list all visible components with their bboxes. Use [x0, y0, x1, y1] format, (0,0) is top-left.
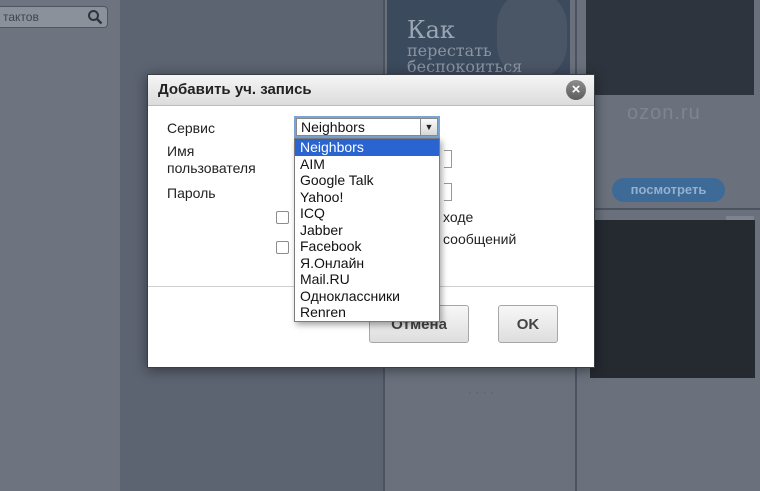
service-option[interactable]: Google Talk	[295, 172, 439, 189]
auto-login-checkbox[interactable]	[276, 211, 289, 224]
service-option[interactable]: Mail.RU	[295, 271, 439, 288]
password-input[interactable]	[444, 183, 452, 201]
book-subtitle: перестать беспокоиться	[407, 41, 523, 76]
username-input[interactable]	[444, 150, 452, 168]
service-option[interactable]: Jabber	[295, 222, 439, 239]
password-label: Пароль	[167, 185, 216, 201]
brand-logo: ozon.ru	[627, 102, 701, 124]
service-option[interactable]: Одноклассники	[295, 288, 439, 305]
service-option[interactable]: Yahoo!	[295, 189, 439, 206]
close-icon[interactable]: ×	[566, 80, 586, 100]
search-placeholder: тактов	[3, 10, 39, 24]
username-label-line1: Имя	[167, 143, 195, 159]
service-label: Сервис	[167, 120, 215, 136]
service-option[interactable]: AIM	[295, 156, 439, 173]
dialog-title: Добавить уч. запись	[158, 81, 312, 98]
pager-dots: · · · ·	[468, 385, 494, 399]
ok-button[interactable]: OK	[498, 305, 558, 343]
books-image[interactable]	[586, 0, 754, 95]
books-set-image[interactable]	[590, 220, 755, 378]
contacts-panel	[0, 0, 121, 491]
chevron-down-icon[interactable]: ▼	[420, 119, 437, 135]
auto-login-label: ходе	[443, 209, 474, 225]
service-select-value: Neighbors	[301, 119, 365, 135]
service-option[interactable]: Neighbors	[295, 139, 439, 156]
service-option[interactable]: Я.Онлайн	[295, 255, 439, 272]
search-icon[interactable]	[87, 9, 103, 25]
service-option[interactable]: Facebook	[295, 238, 439, 255]
service-dropdown-list[interactable]: Neighbors AIM Google Talk Yahoo! ICQ Jab…	[294, 138, 440, 322]
view-button[interactable]: посмотреть	[612, 178, 725, 202]
service-option[interactable]: ICQ	[295, 205, 439, 222]
dialog-header: Добавить уч. запись ×	[148, 75, 594, 106]
book-title: Как	[407, 16, 455, 44]
book-cover-image[interactable]: Как перестать беспокоиться	[387, 0, 570, 80]
save-messages-checkbox[interactable]	[276, 241, 289, 254]
ad-divider	[575, 208, 760, 210]
username-label-line2: пользователя	[167, 160, 256, 176]
save-messages-label: сообщений	[443, 231, 517, 247]
service-select[interactable]: Neighbors ▼	[296, 118, 438, 136]
contacts-search-input[interactable]: тактов	[0, 6, 108, 28]
service-option[interactable]: Renren	[295, 304, 439, 321]
